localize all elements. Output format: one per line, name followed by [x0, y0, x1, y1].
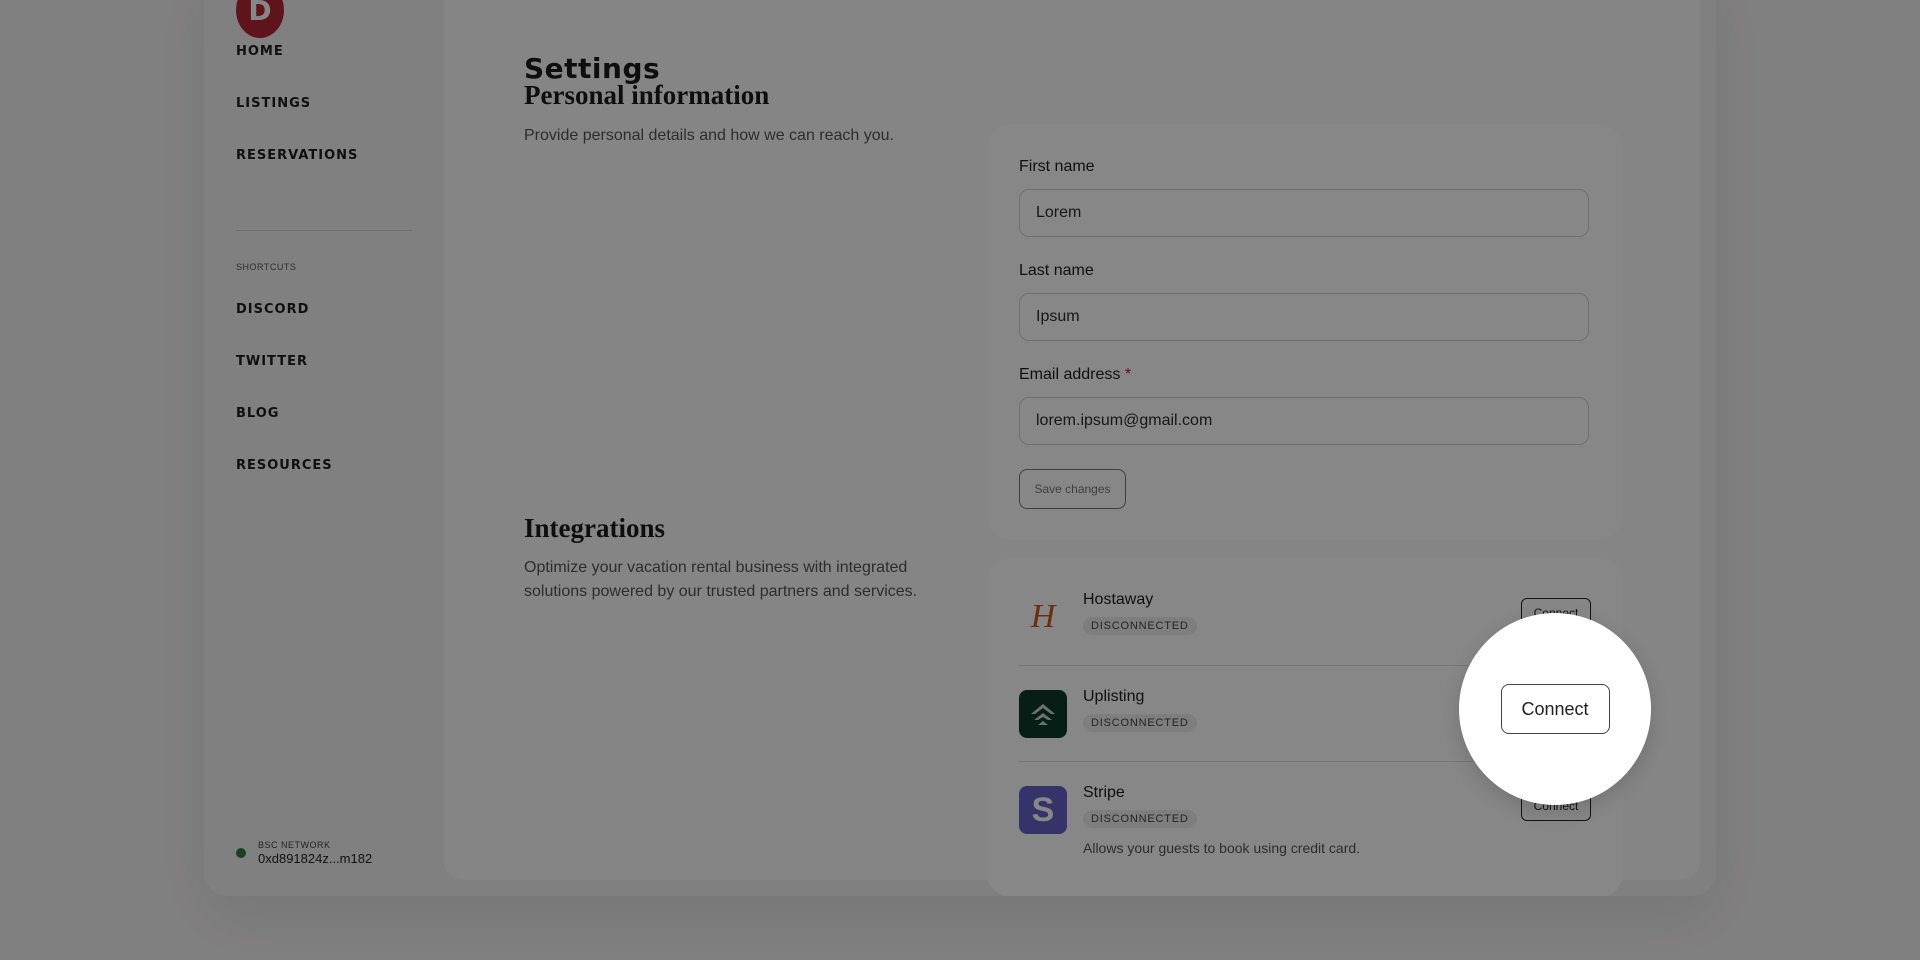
personal-info-card: First name Last name Email address * Sav… — [987, 124, 1623, 540]
integration-description: Allows your guests to book using credit … — [1083, 840, 1361, 856]
uplisting-chevrons-icon — [1031, 704, 1055, 725]
integration-name: Hostaway — [1083, 591, 1154, 608]
main-nav: HOME LISTINGS RESERVATIONS — [236, 26, 358, 182]
shortcut-discord[interactable]: DISCORD — [236, 284, 333, 336]
integration-name: Stripe — [1083, 784, 1125, 801]
first-name-input[interactable] — [1019, 189, 1589, 237]
status-badge: DISCONNECTED — [1083, 617, 1197, 635]
sidebar-divider — [236, 230, 412, 231]
hostaway-logo-icon: H — [1030, 598, 1056, 635]
wallet-network: BSC NETWORK — [258, 840, 331, 850]
uplisting-logo-icon — [1019, 690, 1067, 738]
connection-status-dot-icon — [236, 848, 246, 858]
shortcut-blog[interactable]: BLOG — [236, 388, 333, 440]
spotlight-highlight: Connect — [1459, 613, 1651, 805]
stripe-logo-icon: S — [1019, 786, 1067, 834]
integrations-description: Optimize your vacation rental business w… — [524, 559, 918, 600]
first-name-label: First name — [1019, 158, 1095, 175]
shortcut-resources[interactable]: RESOURCES — [236, 440, 333, 492]
wallet-address: 0xd891824z...m182 — [258, 851, 373, 866]
personal-info-description: Provide personal details and how we can … — [524, 127, 894, 144]
nav-item-listings[interactable]: LISTINGS — [236, 78, 358, 130]
nav-item-reservations[interactable]: RESERVATIONS — [236, 130, 358, 182]
email-label: Email address * — [1019, 366, 1131, 384]
personal-info-title: Personal information — [524, 80, 770, 110]
shortcut-twitter[interactable]: TWITTER — [236, 336, 333, 388]
status-badge: DISCONNECTED — [1083, 810, 1197, 828]
last-name-label: Last name — [1019, 262, 1094, 279]
integrations-title: Integrations — [524, 513, 665, 543]
nav-item-home[interactable]: HOME — [236, 26, 358, 78]
shortcuts-heading: SHORTCUTS — [236, 262, 297, 272]
status-badge: DISCONNECTED — [1083, 714, 1197, 732]
email-input[interactable] — [1019, 397, 1589, 445]
wallet-status[interactable]: BSC NETWORK 0xd891824z...m182 — [236, 840, 372, 866]
spotlight-connect-button[interactable]: Connect — [1500, 684, 1610, 734]
shortcuts-nav: DISCORD TWITTER BLOG RESOURCES — [236, 284, 333, 492]
last-name-input[interactable] — [1019, 293, 1589, 341]
required-asterisk: * — [1124, 366, 1132, 383]
save-changes-button[interactable]: Save changes — [1019, 469, 1126, 509]
sidebar: D HOME LISTINGS RESERVATIONS SHORTCUTS D… — [204, 0, 444, 896]
integration-name: Uplisting — [1083, 688, 1145, 705]
email-label-text: Email address — [1019, 366, 1121, 383]
